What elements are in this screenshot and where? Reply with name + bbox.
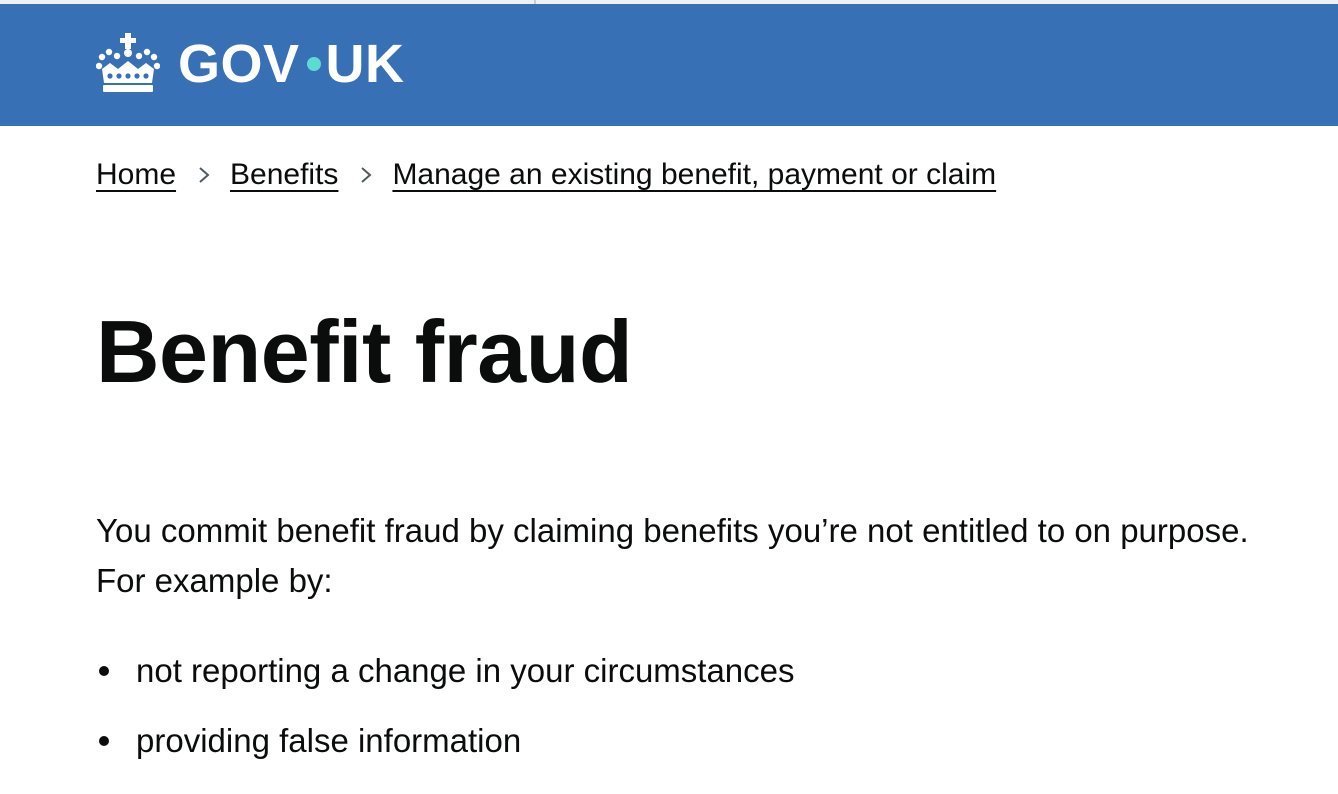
page-title: Benefit fraud (96, 302, 633, 401)
chevron-right-icon (361, 167, 372, 183)
wordmark-uk: UK (325, 34, 405, 94)
breadcrumb-link-benefits[interactable]: Benefits (230, 152, 338, 198)
chevron-right-icon (199, 167, 210, 183)
list-item-text: not reporting a change in your circumsta… (136, 652, 795, 689)
breadcrumb-link-manage-existing[interactable]: Manage an existing benefit, payment or c… (392, 152, 996, 198)
examples-list: not reporting a change in your circumsta… (96, 644, 795, 784)
crown-icon (96, 33, 160, 92)
bullet-icon (99, 666, 109, 676)
govuk-wordmark: GOV UK (178, 37, 405, 91)
list-item-text: providing false information (136, 722, 522, 759)
bullet-icon (99, 736, 109, 746)
list-item: providing false information (96, 714, 795, 768)
wordmark-dot (306, 57, 321, 71)
list-item: not reporting a change in your circumsta… (96, 644, 795, 698)
intro-paragraph: You commit benefit fraud by claiming ben… (96, 512, 1249, 599)
breadcrumb-link-home[interactable]: Home (96, 152, 176, 198)
site-header: GOV UK (0, 4, 1338, 126)
wordmark-gov: GOV (178, 34, 300, 94)
breadcrumb: Home Benefits Manage an existing benefit… (96, 152, 996, 198)
govuk-logo-link[interactable]: GOV UK (96, 30, 405, 98)
